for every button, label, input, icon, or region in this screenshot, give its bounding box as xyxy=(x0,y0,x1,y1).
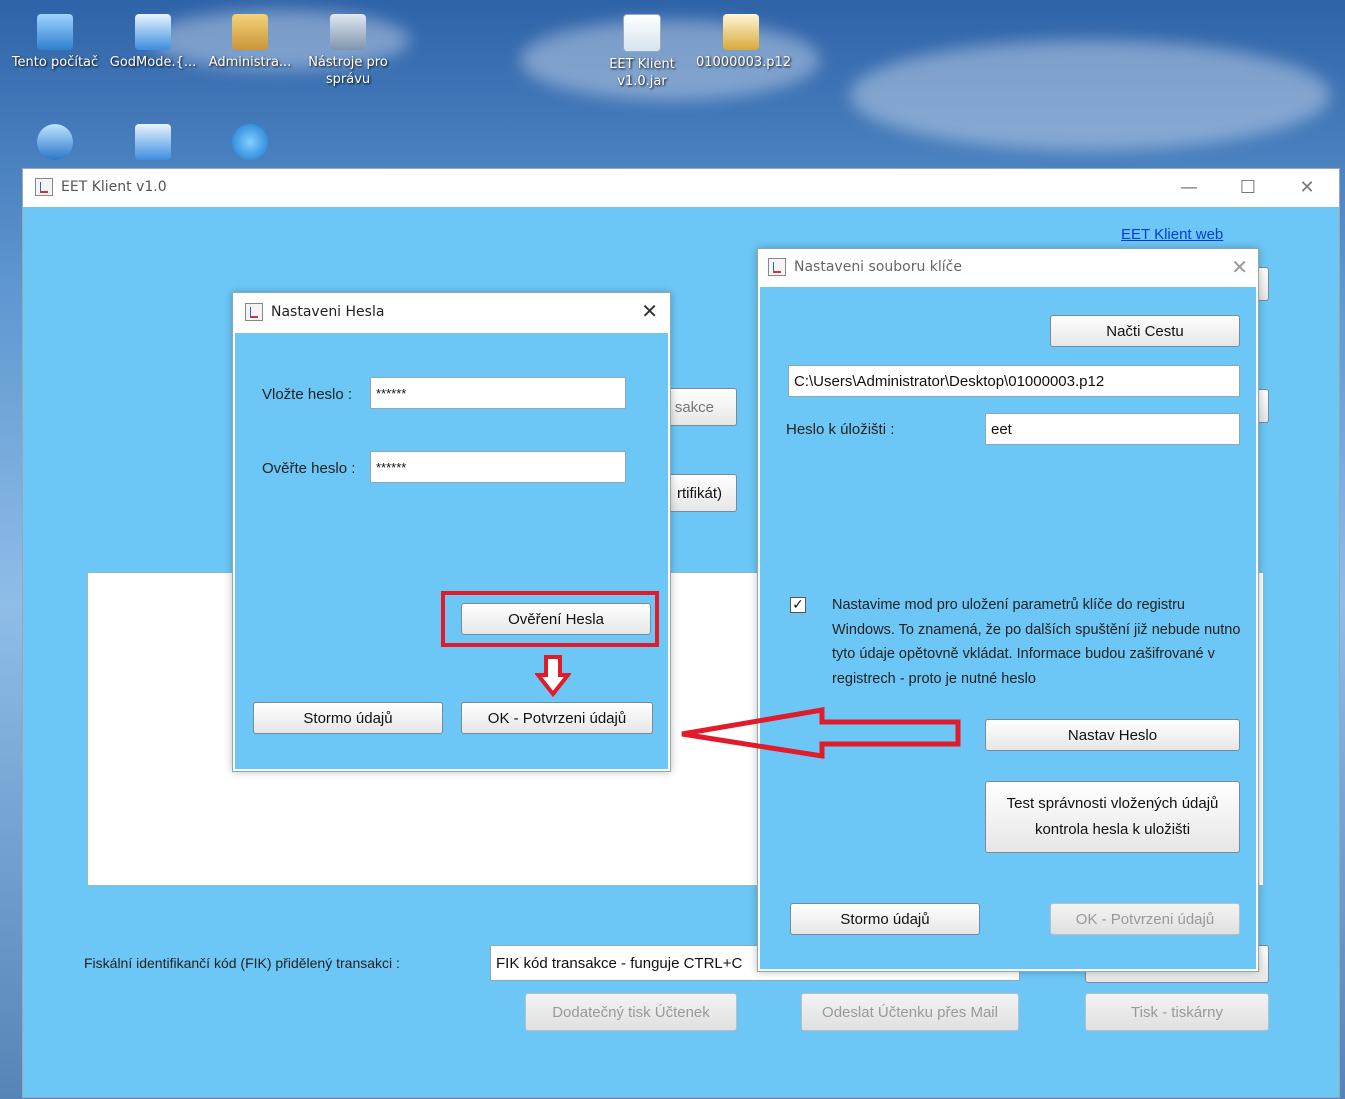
password-dialog: Nastaveni Hesla ✕ Vložte heslo : ****** … xyxy=(232,292,671,772)
desktop-icon-ie[interactable] xyxy=(205,124,295,164)
key-settings-dialog: Nastaveni souboru klíče ✕ Načti Cestu C:… xyxy=(757,248,1259,972)
desktop-icon-network[interactable] xyxy=(10,124,100,164)
maximize-button[interactable]: ☐ xyxy=(1219,169,1277,205)
desktop-icon-p12[interactable]: 01000003.p12 xyxy=(696,14,791,71)
verify-password-field[interactable]: ****** xyxy=(370,451,626,483)
main-titlebar: EET Klient v1.0 xyxy=(23,169,1339,205)
enter-password-label: Vložte heslo : xyxy=(262,386,353,403)
close-button[interactable]: ✕ xyxy=(1278,169,1336,205)
enter-password-field[interactable]: ****** xyxy=(370,377,626,409)
desktop-icon-administrator[interactable]: Administra... xyxy=(205,14,295,71)
down-arrow-annotation xyxy=(535,655,571,697)
key-dialog-titlebar: Nastaveni souboru klíče ✕ xyxy=(758,249,1258,285)
admin-tools-icon xyxy=(330,14,366,50)
java-app-icon xyxy=(35,178,53,196)
java-app-icon xyxy=(768,258,786,276)
control-panel-icon xyxy=(135,124,171,160)
close-icon[interactable]: ✕ xyxy=(1231,255,1248,279)
verify-password-button[interactable]: Ověření Hesla xyxy=(461,603,651,635)
fik-label: Fiskální identifikančí kód (FIK) přiděle… xyxy=(84,955,400,971)
certificate-icon xyxy=(723,14,759,50)
computer-icon xyxy=(37,14,73,50)
eet-web-link[interactable]: EET Klient web xyxy=(1121,226,1223,243)
key-cancel-button[interactable]: Stormo údajů xyxy=(790,903,980,935)
control-panel-icon xyxy=(135,14,171,50)
password-cancel-button[interactable]: Stormo údajů xyxy=(253,702,443,734)
password-dialog-body: Vložte heslo : ****** Ověřte heslo : ***… xyxy=(235,333,668,769)
store-password-label: Heslo k úložišti : xyxy=(786,421,895,438)
test-credentials-button[interactable]: Test správnosti vložených údajů kontrola… xyxy=(985,781,1240,853)
desktop-icon-godmode[interactable]: GodMode.{... xyxy=(108,14,198,71)
desktop-icon-admin-tools[interactable]: Nástroje pro správu xyxy=(303,14,393,88)
left-arrow-annotation xyxy=(681,707,961,759)
registry-checkbox[interactable]: ✓ xyxy=(790,597,806,613)
print-button[interactable]: Tisk - tiskárny xyxy=(1085,993,1269,1031)
key-dialog-title: Nastaveni souboru klíče xyxy=(794,259,962,275)
store-password-field[interactable]: eet xyxy=(985,413,1240,445)
reprint-receipts-button[interactable]: Dodatečný tisk Účtenek xyxy=(525,993,737,1031)
load-path-button[interactable]: Načti Cestu xyxy=(1050,315,1240,347)
key-dialog-body: Načti Cestu C:\Users\Administrator\Deskt… xyxy=(760,287,1256,969)
set-password-button[interactable]: Nastav Heslo xyxy=(985,719,1240,751)
verify-password-label: Ověřte heslo : xyxy=(262,460,356,477)
password-dialog-title: Nastaveni Hesla xyxy=(271,304,385,320)
desktop-icon-eet-jar[interactable]: EET Klient v1.0.jar xyxy=(597,14,687,90)
network-icon xyxy=(37,124,73,160)
password-ok-button[interactable]: OK - Potvrzeni údajů xyxy=(461,702,653,734)
desktop-icon-this-pc[interactable]: Tento počítač xyxy=(10,14,100,71)
minimize-button[interactable]: — xyxy=(1160,169,1218,205)
password-dialog-titlebar: Nastaveni Hesla ✕ xyxy=(233,293,670,331)
user-folder-icon xyxy=(232,14,268,50)
main-window-title: EET Klient v1.0 xyxy=(61,179,167,195)
key-path-field[interactable]: C:\Users\Administrator\Desktop\01000003.… xyxy=(788,365,1240,397)
close-icon[interactable]: ✕ xyxy=(641,299,658,323)
java-app-icon xyxy=(245,303,263,321)
internet-explorer-icon xyxy=(232,124,268,160)
registry-checkbox-text: Nastavime mod pro uložení parametrů klíč… xyxy=(832,597,1241,687)
send-receipt-mail-button[interactable]: Odeslat Účtenku přes Mail xyxy=(801,993,1019,1031)
key-ok-button[interactable]: OK - Potvrzeni údajů xyxy=(1050,903,1240,935)
java-jar-icon xyxy=(623,14,661,52)
desktop-icon-godmode-2[interactable] xyxy=(108,124,198,164)
